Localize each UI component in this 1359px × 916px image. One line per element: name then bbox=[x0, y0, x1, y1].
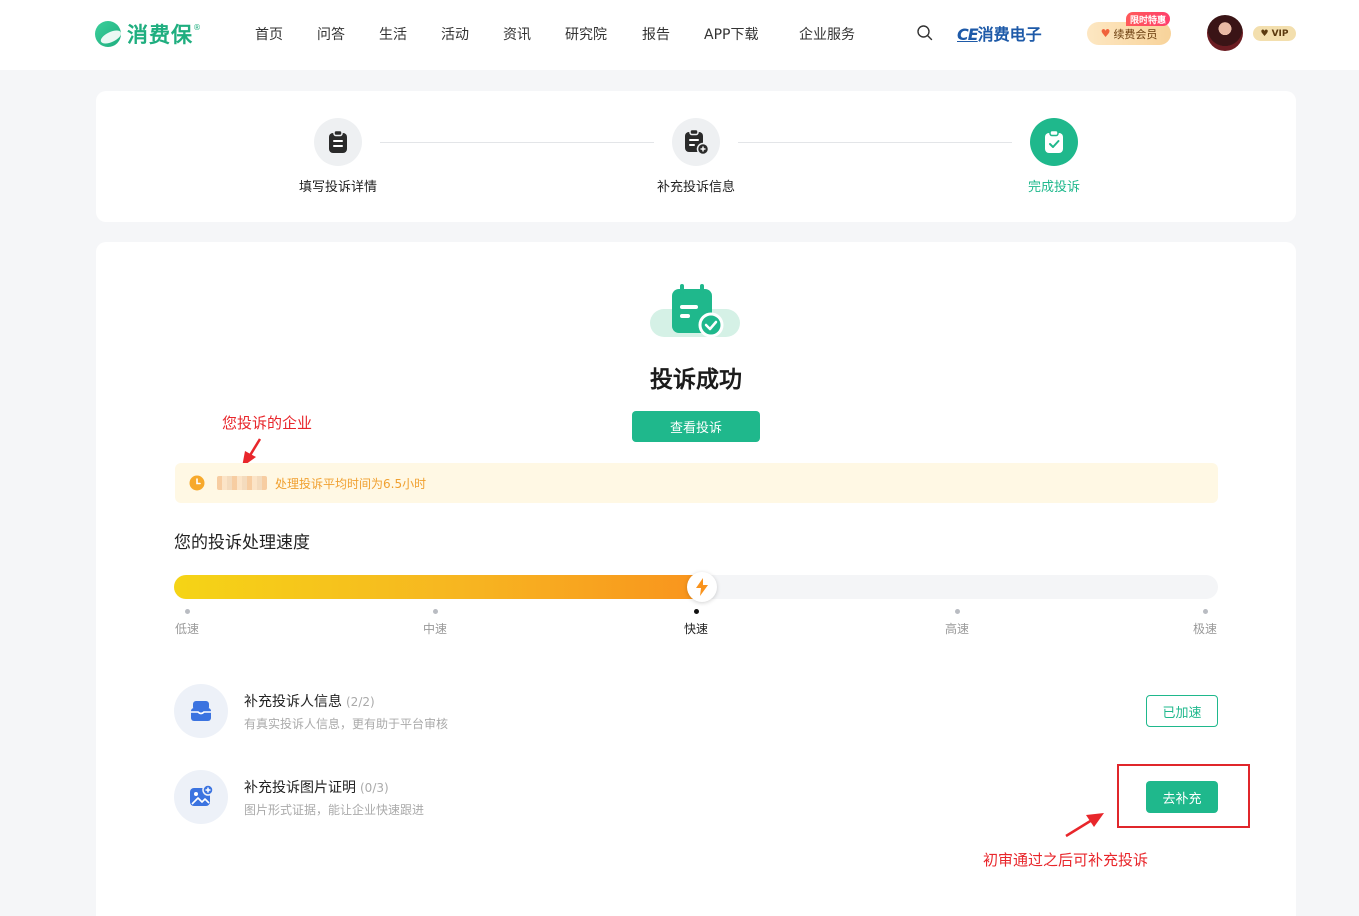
speed-level-high: 高速 bbox=[927, 609, 987, 637]
step-fill-details: 填写投诉详情 bbox=[268, 118, 408, 195]
speed-level-medium: 中速 bbox=[405, 609, 465, 637]
ce-partner-prefix: CE bbox=[957, 25, 979, 44]
image-add-icon bbox=[174, 770, 228, 824]
lightning-icon bbox=[687, 572, 717, 602]
clipboard-icon bbox=[314, 118, 362, 166]
tick-label: 低速 bbox=[174, 622, 199, 636]
vip-badge: ♥ VIP bbox=[1253, 26, 1296, 41]
task-desc: 有真实投诉人信息，更有助于平台审核 bbox=[244, 717, 449, 731]
id-card-icon bbox=[174, 684, 228, 738]
avg-handling-notice: 处理投诉平均时间为6.5小时 bbox=[175, 463, 1218, 503]
speed-level-low: 低速 bbox=[157, 609, 217, 637]
nav-home[interactable]: 首页 bbox=[255, 24, 283, 44]
task-title-text: 补充投诉人信息 bbox=[244, 694, 342, 710]
task-title: 补充投诉图片证明 (0/3) bbox=[244, 777, 389, 797]
step-label: 补充投诉信息 bbox=[656, 180, 735, 195]
step-label: 完成投诉 bbox=[1027, 180, 1080, 195]
company-name-redacted bbox=[217, 476, 267, 490]
speed-progress-bar bbox=[174, 572, 1218, 602]
clipboard-add-icon bbox=[672, 118, 720, 166]
tick-dot bbox=[432, 609, 438, 614]
nav-report[interactable]: 报告 bbox=[642, 24, 670, 44]
annotation-company-note: 您投诉的企业 bbox=[222, 414, 313, 432]
logo-leaf-icon bbox=[95, 21, 121, 47]
annotation-supplement-note: 初审通过之后可补充投诉 bbox=[983, 851, 1149, 869]
clipboard-check-icon bbox=[1030, 118, 1078, 166]
logo-text: 消费保 bbox=[127, 23, 193, 47]
top-navbar: 消费保 ® 首页 问答 生活 活动 资讯 研究院 报告 APP下载 企业服务 C… bbox=[0, 0, 1359, 70]
diamond-heart-icon: ♥ bbox=[1100, 27, 1111, 40]
limited-offer-badge: 限时特惠 bbox=[1126, 12, 1171, 26]
ce-partner-name: 消费电子 bbox=[977, 25, 1042, 44]
step-supplement-info: 补充投诉信息 bbox=[626, 118, 766, 195]
speed-progress-fill bbox=[174, 575, 708, 599]
tick-label: 快速 bbox=[683, 622, 708, 636]
annotation-arrow-icon bbox=[1065, 813, 1104, 838]
step-connector bbox=[738, 142, 1012, 143]
tick-dot-current bbox=[693, 609, 699, 614]
task-supplement-images: 补充投诉图片证明 (0/3) 图片形式证据，能让企业快速跟进 去补充 bbox=[174, 770, 1218, 826]
nav-activity[interactable]: 活动 bbox=[441, 24, 469, 44]
nav-enterprise[interactable]: 企业服务 bbox=[799, 24, 855, 44]
search-icon[interactable] bbox=[916, 24, 934, 42]
site-logo[interactable]: 消费保 ® bbox=[95, 19, 201, 49]
task-count: (2/2) bbox=[346, 695, 375, 709]
nav-qa[interactable]: 问答 bbox=[317, 24, 345, 44]
vip-heart-icon: ♥ bbox=[1260, 28, 1269, 39]
nav-life[interactable]: 生活 bbox=[379, 24, 407, 44]
vip-label: VIP bbox=[1271, 28, 1289, 39]
tick-dot bbox=[1202, 609, 1208, 614]
tick-label: 高速 bbox=[944, 622, 969, 636]
logo-registered-mark: ® bbox=[193, 22, 201, 32]
tick-label: 极速 bbox=[1192, 622, 1217, 636]
task-supplement-complainant: 补充投诉人信息 (2/2) 有真实投诉人信息，更有助于平台审核 已加速 bbox=[174, 684, 1218, 740]
speed-level-fast: 快速 bbox=[666, 609, 726, 637]
step-label: 填写投诉详情 bbox=[298, 180, 377, 195]
user-avatar[interactable] bbox=[1207, 15, 1243, 51]
tick-dot bbox=[954, 609, 960, 614]
renew-label: 续费会员 bbox=[1113, 27, 1158, 41]
step-connector bbox=[380, 142, 654, 143]
task-title-text: 补充投诉图片证明 bbox=[244, 780, 356, 796]
task-desc: 图片形式证据，能让企业快速跟进 bbox=[244, 803, 425, 817]
success-title: 投诉成功 bbox=[650, 367, 742, 393]
task-count: (0/3) bbox=[360, 781, 389, 795]
tick-label: 中速 bbox=[422, 622, 447, 636]
avg-handling-text: 处理投诉平均时间为6.5小时 bbox=[275, 477, 427, 491]
speed-level-extreme: 极速 bbox=[1175, 609, 1235, 637]
nav-app-download[interactable]: APP下载 bbox=[704, 24, 758, 44]
calendar-check-illustration-icon bbox=[650, 284, 740, 338]
task-title: 补充投诉人信息 (2/2) bbox=[244, 691, 375, 711]
speed-title: 您的投诉处理速度 bbox=[174, 533, 310, 553]
nav-research[interactable]: 研究院 bbox=[565, 24, 607, 44]
ce-partner-logo[interactable]: CE消费电子 bbox=[957, 21, 1042, 45]
view-complaint-button[interactable]: 查看投诉 bbox=[632, 411, 760, 442]
clock-icon bbox=[189, 475, 205, 491]
tick-dot bbox=[184, 609, 190, 614]
annotation-highlight-box bbox=[1117, 764, 1250, 828]
accelerated-button[interactable]: 已加速 bbox=[1146, 695, 1218, 727]
complaint-steps: 填写投诉详情 补充投诉信息 完成投诉 bbox=[96, 91, 1296, 222]
nav-news[interactable]: 资讯 bbox=[503, 24, 531, 44]
step-complete: 完成投诉 bbox=[984, 118, 1124, 195]
